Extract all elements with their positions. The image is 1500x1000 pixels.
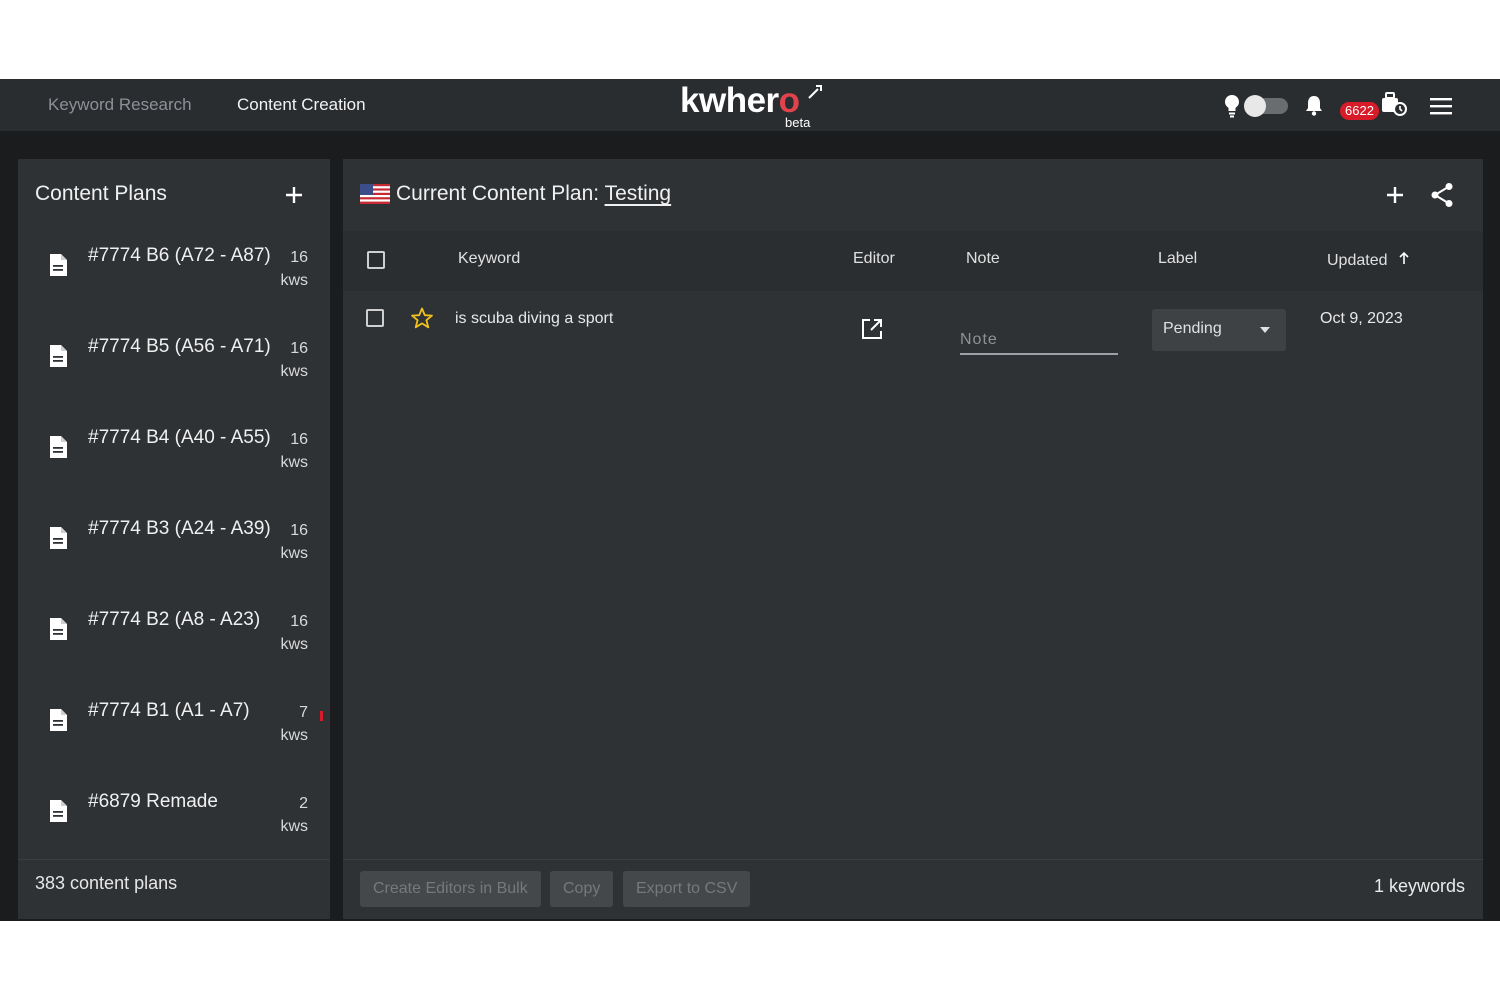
plan-count-value: 16 [290,613,308,630]
plan-count-value: 16 [290,431,308,448]
plan-keyword-count: 16 kws [258,519,308,565]
plan-count-value: 16 [290,249,308,266]
toggle-knob [1244,95,1266,117]
plan-keyword-count: 16 kws [258,246,308,292]
select-all-checkbox[interactable] [367,251,385,269]
plan-keyword-count: 2 kws [258,792,308,838]
add-plan-icon[interactable] [282,183,306,207]
content-plans-header: Content Plans [18,159,330,231]
document-icon [50,709,67,731]
plan-keyword-count: 7 kws [258,701,308,747]
current-plan-prefix: Current Content Plan: [396,182,600,205]
column-label[interactable]: Label [1158,250,1197,268]
row-checkbox[interactable] [366,309,384,327]
share-icon[interactable] [1430,182,1454,208]
nav-actions: 6622 [1200,79,1500,131]
current-plan-title: Current Content Plan: Testing [396,182,671,206]
plan-count-unit: kws [280,454,308,471]
content-plan-item[interactable]: #7774 B4 (A40 - A55) 16 kws [18,413,330,504]
keyword-table-header: Keyword Editor Note Label Updated [343,231,1483,291]
content-plan-item[interactable]: #7774 B2 (A8 - A23) 16 kws [18,595,330,686]
current-plan-panel: Current Content Plan: Testing Keyword Ed… [343,159,1483,919]
current-plan-footer: Create Editors in Bulk Copy Export to CS… [343,859,1483,919]
plan-count-value: 2 [299,795,308,812]
nav-content-creation[interactable]: Content Creation [237,95,366,115]
document-icon [50,345,67,367]
content-plans-title: Content Plans [35,182,167,205]
plan-count-value: 16 [290,522,308,539]
label-select-value: Pending [1163,320,1222,337]
plan-name: #7774 B6 (A72 - A87) [88,245,271,266]
document-icon [50,254,67,276]
star-icon[interactable] [410,307,434,329]
content-plan-list[interactable]: #7774 B6 (A72 - A87) 16 kws #7774 B5 (A56… [18,231,330,859]
menu-icon[interactable] [1430,97,1452,115]
theme-toggle[interactable] [1244,95,1288,117]
content-plans-footer: 383 content plans [18,859,330,919]
caret-down-icon [1260,327,1270,333]
plan-name: #7774 B2 (A8 - A23) [88,609,261,630]
current-plan-name[interactable]: Testing [605,182,672,205]
plan-count-unit: kws [280,363,308,380]
keywords-count: 1 keywords [1373,876,1465,896]
current-plan-header: Current Content Plan: Testing [343,159,1483,231]
plan-name: #7774 B4 (A40 - A55) [88,427,271,448]
document-icon [50,800,67,822]
add-keyword-icon[interactable] [1383,183,1407,207]
table-row[interactable]: is scuba diving a sport Pending Oct 9, 2… [343,291,1483,371]
content-plan-item[interactable]: #7774 B3 (A24 - A39) 16 kws [18,504,330,595]
plan-count-value: 16 [290,340,308,357]
logo-dart-icon [808,85,822,99]
top-navbar: Keyword Research Content Creation kwhero… [0,79,1500,131]
open-editor-icon[interactable] [860,317,884,341]
content-plans-count: 383 content plans [35,873,178,893]
plan-count-value: 7 [299,704,308,721]
plan-name: #7774 B5 (A56 - A71) [88,336,271,357]
logo-beta-label: beta [785,115,811,130]
column-editor: Editor [853,250,895,267]
plan-keyword-count: 16 kws [258,610,308,656]
us-flag-icon [360,184,390,204]
column-note: Note [966,250,1000,267]
logo-wordmark: kwhero [680,81,800,120]
plan-name: #6879 Remade [88,791,218,812]
create-editors-bulk-button[interactable]: Create Editors in Bulk [360,871,541,907]
column-updated[interactable]: Updated [1327,252,1388,270]
app-window: Keyword Research Content Creation kwhero… [0,79,1500,921]
document-icon [50,527,67,549]
plan-count-unit: kws [280,636,308,653]
export-csv-button[interactable]: Export to CSV [623,871,751,907]
plan-count-unit: kws [280,818,308,835]
bell-icon[interactable] [1304,94,1324,116]
label-select[interactable]: Pending [1152,309,1286,351]
bulb-icon[interactable] [1224,94,1240,118]
kwhero-logo[interactable]: kwhero beta [680,81,830,130]
plan-name: #7774 B1 (A1 - A7) [88,700,250,721]
keyword-cell: is scuba diving a sport [455,310,614,327]
scrollbar-thumb[interactable] [320,711,323,721]
plan-name: #7774 B3 (A24 - A39) [88,518,271,539]
content-plan-item[interactable]: #7774 B6 (A72 - A87) 16 kws [18,231,330,322]
nav-keyword-research[interactable]: Keyword Research [48,95,192,115]
toolbox-icon[interactable] [1380,92,1408,118]
plan-count-unit: kws [280,727,308,744]
content-plan-item[interactable]: #6879 Remade 2 kws [18,777,330,859]
plan-keyword-count: 16 kws [258,337,308,383]
credits-badge[interactable]: 6622 [1340,102,1379,120]
copy-button[interactable]: Copy [550,871,614,907]
content-plan-item[interactable]: #7774 B5 (A56 - A71) 16 kws [18,322,330,413]
plan-keyword-count: 16 kws [258,428,308,474]
plan-count-unit: kws [280,545,308,562]
sort-ascending-icon[interactable] [1398,251,1410,265]
content-plans-panel: Content Plans #7774 B6 (A72 - A87) 16 kws… [18,159,330,919]
plan-count-unit: kws [280,272,308,289]
column-keyword[interactable]: Keyword [458,250,520,268]
document-icon [50,618,67,640]
document-icon [50,436,67,458]
content-plan-item[interactable]: #7774 B1 (A1 - A7) 7 kws [18,686,330,777]
note-input[interactable] [960,323,1118,355]
updated-cell: Oct 9, 2023 [1320,310,1403,327]
